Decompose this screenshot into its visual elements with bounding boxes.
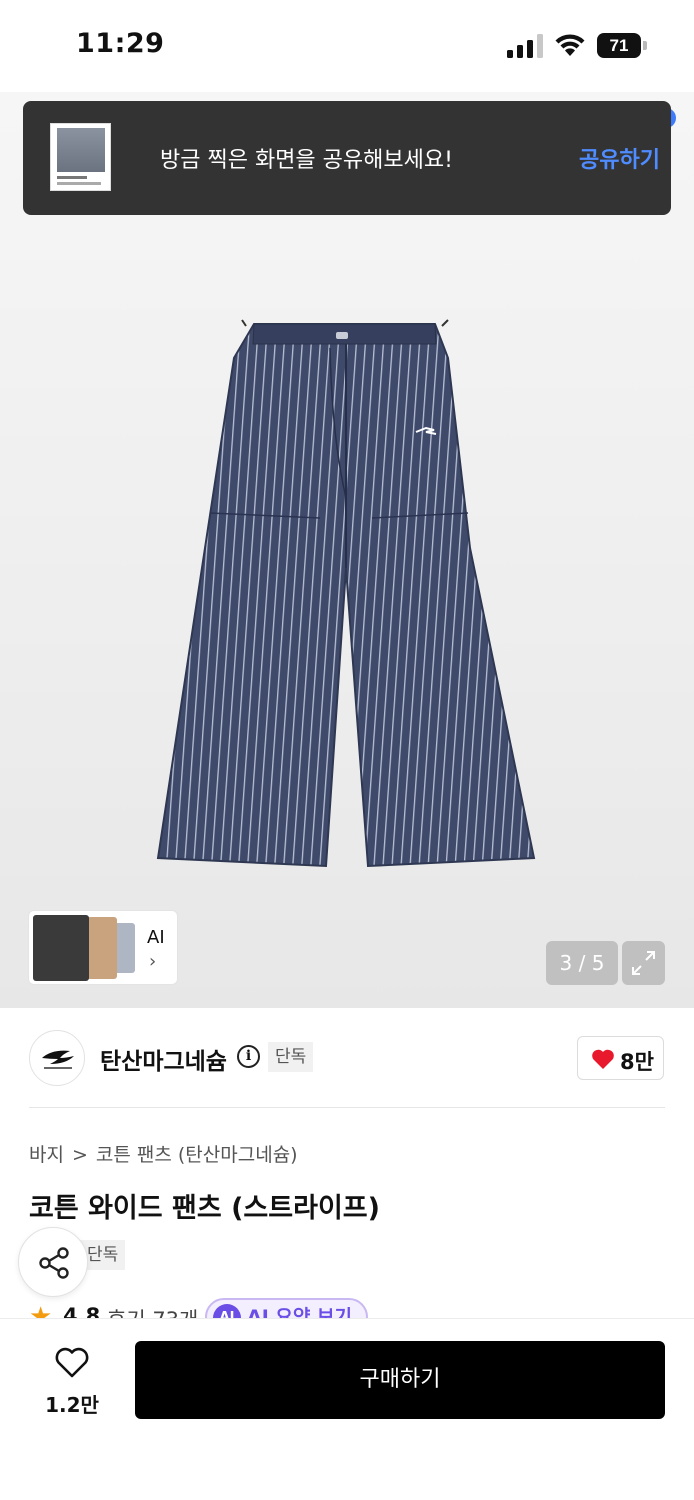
brand-row: 탄산마그네슘 i 단독 8만 xyxy=(0,1008,694,1108)
heart-filled-icon xyxy=(592,1049,614,1069)
ai-label: AI xyxy=(147,927,165,948)
brand-like-button[interactable]: 8만 xyxy=(577,1036,664,1080)
wishlist-button[interactable]: 1.2만 xyxy=(40,1343,104,1419)
brand-name[interactable]: 탄산마그네슘 xyxy=(100,1042,227,1076)
breadcrumb-separator: > xyxy=(71,1144,88,1166)
fullscreen-button[interactable] xyxy=(622,941,665,985)
divider xyxy=(29,1107,665,1108)
heart-outline-icon xyxy=(55,1347,89,1378)
status-time: 11:29 xyxy=(76,28,165,59)
ai-styling-thumbnails[interactable]: AI › xyxy=(28,910,178,985)
battery-level: 71 xyxy=(597,33,641,58)
brand-logo[interactable] xyxy=(29,1030,85,1086)
breadcrumb: 바지 > 코튼 팬츠 (탄산마그네슘) xyxy=(29,1140,298,1167)
toast-message: 방금 찍은 화면을 공유해보세요! xyxy=(160,148,453,173)
brand-logo-mark xyxy=(42,1050,74,1069)
bottom-purchase-bar: 1.2만 구매하기 xyxy=(0,1318,694,1500)
share-button[interactable] xyxy=(18,1227,88,1297)
buy-button[interactable]: 구매하기 xyxy=(135,1341,665,1419)
brand-like-count: 8만 xyxy=(620,1050,654,1074)
thumbnail-image xyxy=(33,915,89,981)
exclusive-badge: 단독 xyxy=(268,1042,314,1072)
share-toast: 방금 찍은 화면을 공유해보세요! 공유하기 xyxy=(23,101,671,215)
breadcrumb-category[interactable]: 바지 xyxy=(29,1144,64,1166)
share-icon xyxy=(39,1247,69,1279)
thumbnail-image xyxy=(87,917,117,979)
info-icon[interactable]: i xyxy=(237,1045,260,1068)
image-counter: 3 / 5 xyxy=(546,941,618,985)
wifi-icon xyxy=(555,34,585,56)
screenshot-thumbnail[interactable] xyxy=(50,123,111,191)
battery-icon: 71 xyxy=(597,33,647,58)
product-image xyxy=(156,319,536,868)
chevron-right-icon: › xyxy=(149,951,157,972)
breadcrumb-subcategory[interactable]: 코튼 팬츠 (탄산마그네슘) xyxy=(96,1144,298,1166)
toast-share-button[interactable]: 공유하기 xyxy=(579,142,660,174)
wishlist-count: 1.2만 xyxy=(45,1393,99,1417)
status-bar: 11:29 71 xyxy=(0,0,694,92)
cellular-signal-icon xyxy=(507,34,543,58)
expand-icon xyxy=(632,951,655,975)
product-title: 코튼 와이드 팬츠 (스트라이프) xyxy=(29,1193,380,1224)
